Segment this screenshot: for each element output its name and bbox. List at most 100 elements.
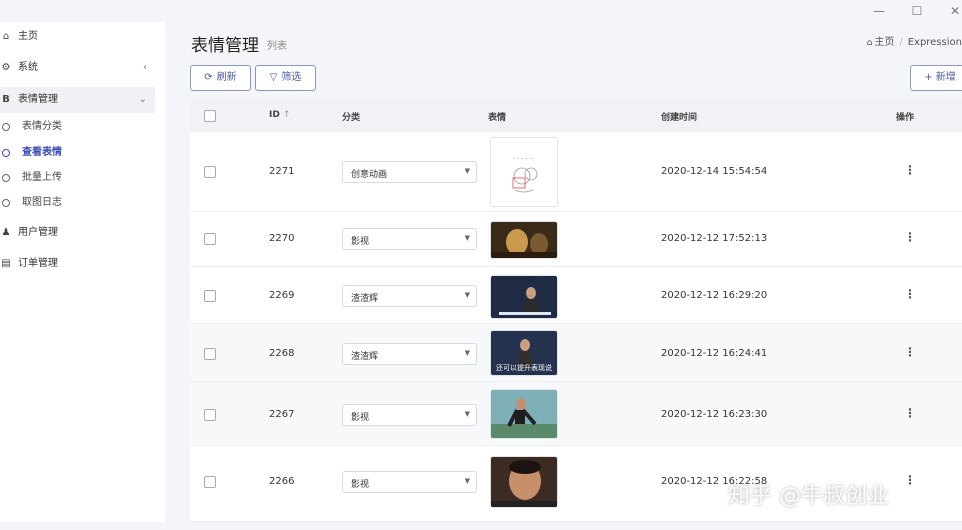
filter-button[interactable]: ▽ 筛选 [255, 65, 316, 91]
sidebar-subitem-view[interactable]: 查看表情 [0, 141, 155, 165]
add-button-label: + 新增 [924, 72, 956, 83]
circle-icon [2, 199, 10, 207]
sidebar-item-expression[interactable]: B 表情管理 ⌄ [0, 87, 155, 113]
column-header-actions: 操作 [896, 113, 915, 123]
table-row: 2269 渣渣辉 ▼ 2020-12-12 16:29:20 ⋮ [190, 267, 962, 324]
expression-thumbnail[interactable]: 还可以提升表现说 [490, 330, 558, 376]
gear-icon: ⚙ [1, 62, 11, 73]
refresh-button-label: 刷新 [216, 72, 237, 83]
sidebar-subitem-label: 查看表情 [22, 147, 62, 158]
more-actions-icon[interactable]: ⋮ [904, 473, 916, 487]
category-select-value: 渣渣辉 [351, 352, 379, 362]
chevron-left-icon: ‹ [143, 62, 147, 73]
sidebar-item-label: 表情管理 [18, 94, 58, 105]
more-actions-icon[interactable]: ⋮ [904, 345, 916, 359]
filter-icon: ▽ [269, 72, 278, 83]
sidebar-item-label: 主页 [18, 31, 38, 42]
row-checkbox[interactable] [204, 348, 216, 360]
row-id: 2267 [269, 409, 295, 420]
sidebar-subitem-category[interactable]: 表情分类 [0, 115, 155, 139]
category-select[interactable]: 影视 ▼ [342, 471, 477, 493]
category-select[interactable]: 创意动画 ▼ [342, 161, 477, 183]
column-header-expression: 表情 [488, 113, 507, 123]
more-actions-icon[interactable]: ⋮ [904, 163, 916, 177]
sidebar-subitem-label: 批量上传 [22, 172, 62, 183]
sidebar: ⌂ 主页 ⚙ 系统 ‹ B 表情管理 ⌄ 表情分类 查看表情 批量上传 取图日志… [0, 22, 165, 522]
sidebar-subitem-label: 取图日志 [22, 197, 62, 208]
add-button[interactable]: + 新增 [910, 65, 962, 91]
row-checkbox[interactable] [204, 290, 216, 302]
main-content: 表情管理 列表 ⌂ 主页 / Expression ⟳ 刷新 ▽ 筛选 + 新增 ID ↑… [165, 22, 962, 522]
caret-down-icon: ▼ [464, 234, 470, 242]
column-header-created: 创建时间 [661, 113, 698, 123]
select-all-checkbox[interactable] [204, 110, 216, 122]
sort-arrow-icon: ↑ [282, 110, 291, 120]
chevron-down-icon: ⌄ [138, 94, 147, 105]
column-header-category: 分类 [342, 113, 361, 123]
sidebar-item-users[interactable]: ♟ 用户管理 [0, 220, 155, 246]
thumbnail-caption: 还可以提升表现说 [496, 364, 552, 372]
caret-down-icon: ▼ [464, 291, 470, 299]
home-icon: ⌂ [866, 38, 873, 48]
circle-icon [2, 174, 10, 182]
caret-down-icon: ▼ [464, 167, 470, 175]
refresh-icon: ⟳ [204, 72, 213, 83]
expression-table: ID ↑ 分类 表情 创建时间 操作 2271 创意动画 ▼ ·· ·· ·· … [190, 100, 962, 522]
sidebar-item-home[interactable]: ⌂ 主页 [0, 24, 155, 50]
refresh-button[interactable]: ⟳ 刷新 [190, 65, 251, 91]
maximize-icon[interactable]: ☐ [906, 3, 928, 19]
table-header: ID ↑ 分类 表情 创建时间 操作 [190, 100, 962, 132]
expression-thumbnail[interactable]: ·· ·· ·· ··· ··· [490, 137, 558, 207]
svg-text:·· ·· ·· ··· ···: ·· ·· ·· ··· ··· [513, 156, 533, 161]
caret-down-icon: ▼ [464, 477, 470, 485]
window-titlebar: — ☐ ✕ [0, 0, 962, 22]
table-row: 2271 创意动画 ▼ ·· ·· ·· ··· ··· 2020-12-14 … [190, 132, 962, 212]
circle-icon [2, 123, 10, 131]
category-select[interactable]: 渣渣辉 ▼ [342, 285, 477, 307]
row-checkbox[interactable] [204, 476, 216, 488]
more-actions-icon[interactable]: ⋮ [904, 230, 916, 244]
category-select[interactable]: 影视 ▼ [342, 228, 477, 250]
filter-button-label: 筛选 [281, 72, 302, 83]
caret-down-icon: ▼ [464, 349, 470, 357]
breadcrumb-home[interactable]: 主页 [874, 37, 894, 48]
table-row: 2270 影视 ▼ 2020-12-12 17:52:13 ⋮ [190, 212, 962, 267]
sidebar-item-label: 用户管理 [18, 227, 58, 238]
sidebar-item-system[interactable]: ⚙ 系统 ‹ [0, 55, 155, 81]
breadcrumb-separator: / [899, 37, 903, 48]
expression-thumbnail[interactable] [490, 389, 558, 439]
column-header-id[interactable]: ID ↑ [269, 110, 291, 120]
category-select-value: 影视 [351, 480, 370, 490]
watermark: 知乎 @牛叔创业 [728, 484, 889, 509]
circle-icon [2, 149, 10, 157]
breadcrumb: ⌂ 主页 / Expression [867, 33, 962, 48]
b-icon: B [2, 94, 10, 105]
expression-thumbnail[interactable] [490, 275, 558, 319]
row-checkbox[interactable] [204, 409, 216, 421]
home-icon: ⌂ [2, 31, 10, 42]
row-id: 2269 [269, 290, 295, 301]
minimize-icon[interactable]: — [868, 3, 890, 19]
sidebar-subitem-upload[interactable]: 批量上传 [0, 166, 155, 190]
expression-thumbnail[interactable] [490, 221, 558, 259]
close-icon[interactable]: ✕ [944, 3, 962, 19]
more-actions-icon[interactable]: ⋮ [904, 287, 916, 301]
more-actions-icon[interactable]: ⋮ [904, 406, 916, 420]
sidebar-subitem-label: 表情分类 [22, 121, 62, 132]
page-title: 表情管理 [191, 36, 259, 56]
row-id: 2271 [269, 166, 295, 177]
category-select[interactable]: 渣渣辉 ▼ [342, 343, 477, 365]
sidebar-subitem-log[interactable]: 取图日志 [0, 191, 155, 215]
row-checkbox[interactable] [204, 233, 216, 245]
caret-down-icon: ▼ [464, 410, 470, 418]
category-select[interactable]: 影视 ▼ [342, 404, 477, 426]
sidebar-item-label: 订单管理 [18, 258, 58, 269]
page-subtitle: 列表 [267, 41, 287, 52]
expression-thumbnail[interactable] [490, 456, 558, 508]
sidebar-item-orders[interactable]: ▤ 订单管理 [0, 251, 155, 277]
breadcrumb-current: Expression [907, 37, 962, 48]
category-select-value: 影视 [351, 413, 370, 423]
category-select-value: 渣渣辉 [351, 294, 379, 304]
row-checkbox[interactable] [204, 166, 216, 178]
category-select-value: 影视 [351, 237, 370, 247]
